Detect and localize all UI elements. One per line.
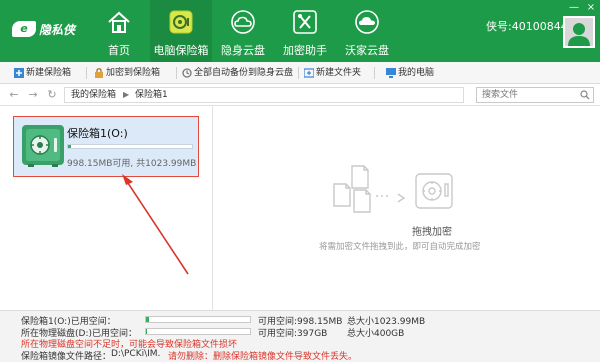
folder-plus-icon <box>304 68 314 78</box>
status-panel: 保险箱1(O:)已用空间： 可用空间:998.15MB 总大小1023.99MB… <box>0 310 600 362</box>
nav-stealth-cloud-label: 隐身云盘 <box>221 44 265 57</box>
nav-wo-cloud[interactable]: 沃家云盘 <box>336 0 398 62</box>
address-bar: ← → ↻ 我的保险箱 ▶ 保险箱1 <box>0 84 600 106</box>
breadcrumb: 我的保险箱 ▶ 保险箱1 <box>64 87 464 103</box>
safe-space-fill <box>146 317 149 322</box>
my-computer-label: 我的电脑 <box>398 68 435 78</box>
tools-icon <box>293 10 317 34</box>
delete-warning: 请勿删除：删除保险箱镜像文件导致文件丢失。 <box>168 352 358 362</box>
user-icon <box>568 23 590 46</box>
account-id: 侠号:40100844 <box>486 20 568 33</box>
wo-cloud-icon <box>355 10 379 34</box>
search-icon[interactable] <box>580 90 590 100</box>
breadcrumb-item-safe1[interactable]: 保险箱1 <box>135 88 168 102</box>
nav-pc-safe-label: 电脑保险箱 <box>153 44 209 57</box>
image-path-label: 保险箱镜像文件路径： <box>21 352 112 362</box>
plus-icon <box>14 68 24 78</box>
nav-stealth-cloud[interactable]: 隐身云盘 <box>212 0 274 62</box>
drop-zone-hint: 将需加密文件拖拽到此，即可自动完成加密 <box>319 242 481 252</box>
back-arrow-icon[interactable]: ← <box>8 88 20 102</box>
search-input[interactable] <box>482 88 572 102</box>
nav-wo-cloud-label: 沃家云盘 <box>345 44 389 57</box>
safe-space-row: 保险箱1(O:)已用空间： 可用空间:998.15MB 总大小1023.99MB <box>0 314 600 327</box>
toolbar-divider <box>374 67 375 79</box>
disk-space-row: 所在物理磁盘(D:)已用空间： 可用空间:397GB 总大小400GB <box>0 326 600 339</box>
drop-zone[interactable]: 拖拽加密 将需加密文件拖拽到此，即可自动完成加密 <box>213 106 600 310</box>
path-row: 保险箱镜像文件路径： D:\PCKi\IM. 请勿删除：删除保险箱镜像文件导致文… <box>0 349 600 362</box>
title-bar: e 隐私侠 首页 电脑保险箱 隐身云盘 加密助手 沃家云盘 侠号:4010084… <box>0 0 600 62</box>
nav-pc-safe[interactable]: 电脑保险箱 <box>150 0 212 62</box>
encrypt-to-safe-label: 加密到保险箱 <box>106 68 161 78</box>
toolbar-divider <box>86 67 87 79</box>
disk-space-bar <box>145 328 251 335</box>
disk-space-fill <box>146 329 147 334</box>
toolbar: 新建保险箱 加密到保险箱 全部自动备份到隐身云盘 新建文件夹 我的电脑 <box>0 62 600 84</box>
image-path: D:\PCKi\IM. <box>111 349 161 359</box>
refresh-icon[interactable]: ↻ <box>46 88 58 102</box>
search-box[interactable] <box>476 87 594 103</box>
close-button[interactable]: × <box>585 2 597 14</box>
nav-encrypt-assistant-label: 加密助手 <box>283 44 327 57</box>
auto-backup-label: 全部自动备份到隐身云盘 <box>194 68 294 78</box>
app-logo: e 隐私侠 <box>12 20 82 40</box>
chevron-right-icon: ▶ <box>123 90 130 99</box>
warning-row: 所在物理磁盘空间不足时，可能会导致保险箱文件损坏 <box>0 337 600 350</box>
forward-arrow-icon[interactable]: → <box>27 88 39 102</box>
nav-home-label: 首页 <box>108 44 130 57</box>
safe-icon <box>169 10 193 34</box>
toolbar-divider <box>176 67 177 79</box>
backup-icon <box>182 68 192 78</box>
breadcrumb-item-my-safes[interactable]: 我的保险箱 <box>71 88 116 102</box>
new-folder-label: 新建文件夹 <box>316 68 362 78</box>
new-safe-label: 新建保险箱 <box>26 68 72 78</box>
logo-text: 隐私侠 <box>39 23 76 37</box>
safe-list-pane: 保险箱1(O:) 998.15MB可用, 共1023.99MB <box>0 106 212 310</box>
home-icon <box>108 11 130 33</box>
toolbar-divider <box>298 67 299 79</box>
minimize-button[interactable]: — <box>568 2 580 14</box>
safe-space-bar <box>145 316 251 323</box>
drag-encrypt-illustration <box>333 165 453 213</box>
drop-zone-title: 拖拽加密 <box>412 227 452 238</box>
nav-encrypt-assistant[interactable]: 加密助手 <box>274 0 336 62</box>
avatar[interactable] <box>563 16 595 48</box>
nav-home[interactable]: 首页 <box>88 0 150 62</box>
logo-badge: e <box>12 21 36 37</box>
lock-icon <box>95 68 103 78</box>
cloud-icon <box>231 10 255 34</box>
computer-icon <box>386 68 396 78</box>
annotation-arrow <box>122 174 189 275</box>
